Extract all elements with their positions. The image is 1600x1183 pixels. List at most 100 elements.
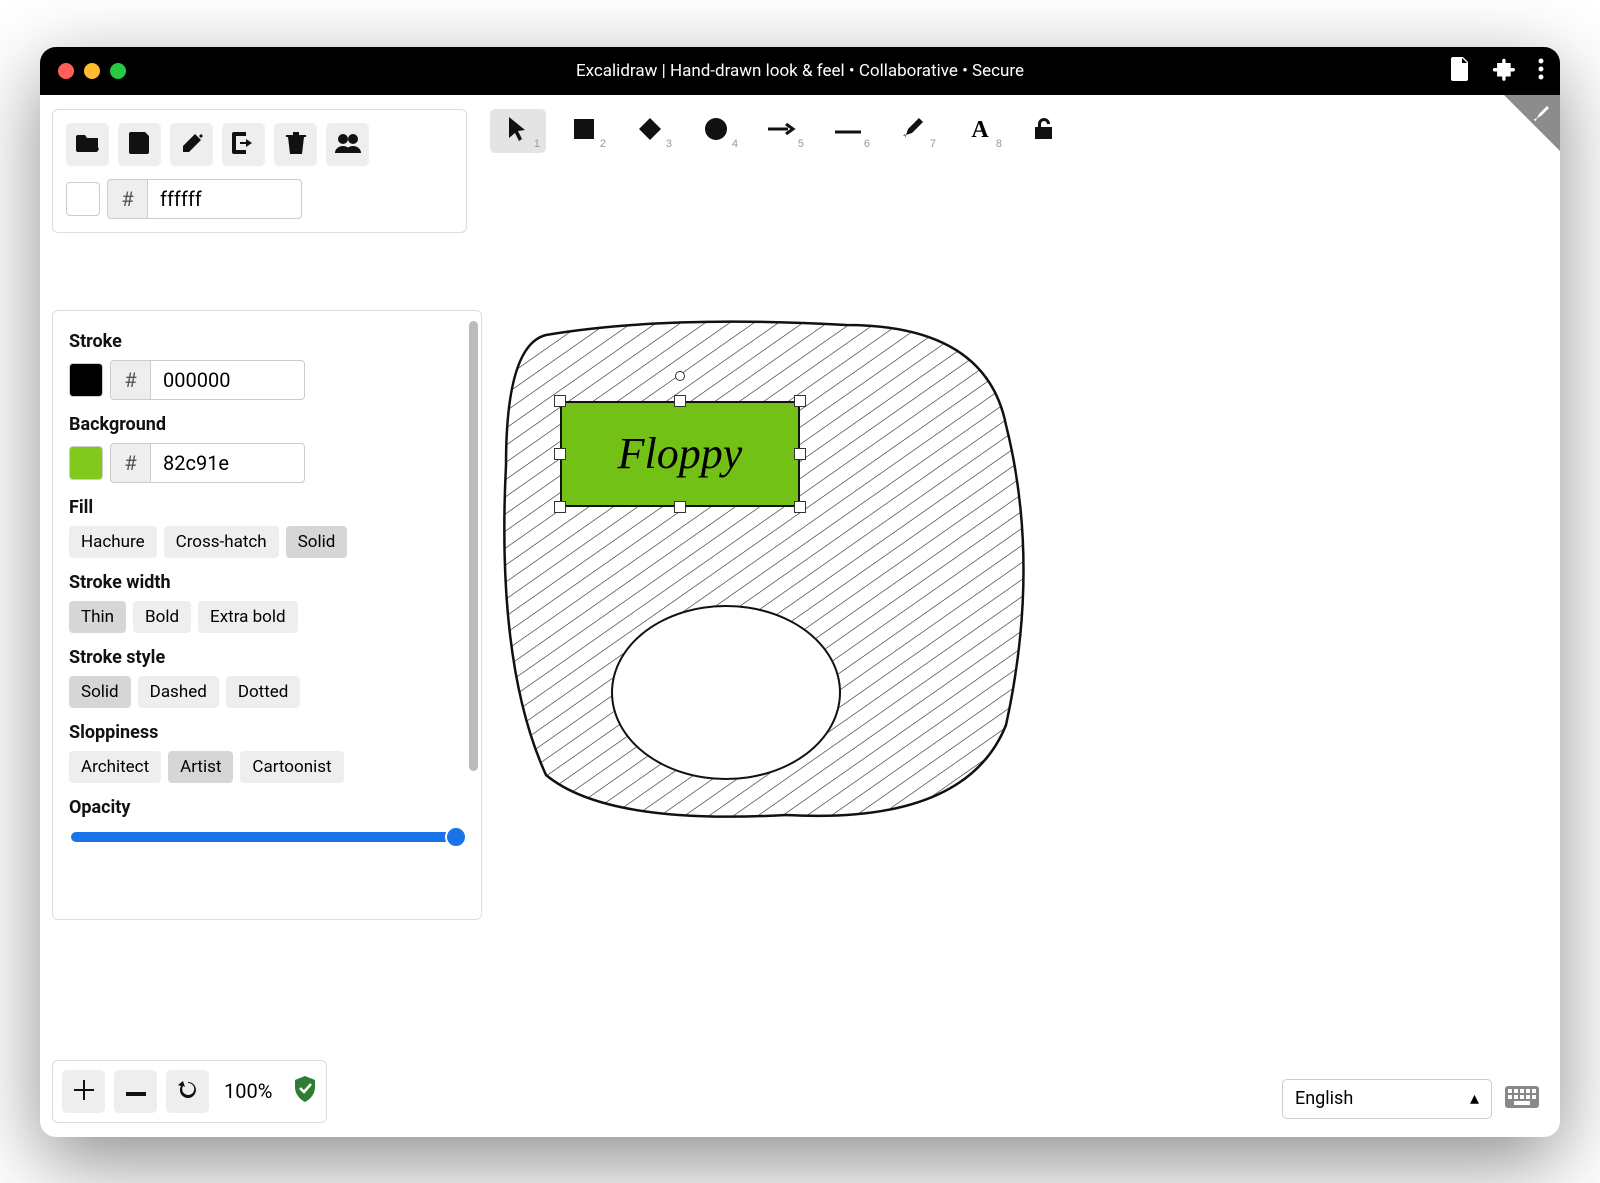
- resize-handle-ne[interactable]: [794, 395, 806, 407]
- traffic-lights: [58, 63, 126, 79]
- slop-architect[interactable]: Architect: [69, 751, 161, 783]
- delete-button[interactable]: [274, 123, 317, 166]
- panel-scrollbar[interactable]: [469, 321, 478, 771]
- more-menu-icon[interactable]: [1538, 58, 1544, 84]
- shield-check-icon: [293, 1076, 317, 1106]
- tool-selection[interactable]: 1: [490, 109, 546, 153]
- slop-artist[interactable]: Artist: [168, 751, 233, 783]
- save-button[interactable]: [118, 123, 161, 166]
- document-icon[interactable]: [1450, 57, 1470, 85]
- close-window-button[interactable]: [58, 63, 74, 79]
- tool-line[interactable]: 6: [820, 109, 876, 153]
- tool-number: 1: [534, 138, 540, 150]
- keyboard-icon: [1505, 1086, 1539, 1112]
- file-panel: #: [52, 109, 467, 233]
- hash-label: #: [110, 360, 150, 400]
- resize-handle-s[interactable]: [674, 501, 686, 513]
- tool-number: 4: [732, 138, 738, 150]
- titlebar: Excalidraw | Hand-drawn look & feel • Co…: [40, 47, 1560, 95]
- resize-handle-se[interactable]: [794, 501, 806, 513]
- collaborate-button[interactable]: [326, 123, 369, 166]
- save-icon: [129, 132, 151, 157]
- hash-label: #: [107, 179, 147, 219]
- edit-button[interactable]: [170, 123, 213, 166]
- fill-crosshatch[interactable]: Cross-hatch: [164, 526, 279, 558]
- sw-extrabold[interactable]: Extra bold: [198, 601, 298, 633]
- tool-arrow[interactable]: 5: [754, 109, 810, 153]
- window-title: Excalidraw | Hand-drawn look & feel • Co…: [576, 61, 1024, 81]
- zoom-reset-button[interactable]: [166, 1070, 209, 1113]
- drawn-ellipse[interactable]: [611, 605, 841, 780]
- canvas-bg-swatch[interactable]: [66, 182, 100, 216]
- tool-diamond[interactable]: 3: [622, 109, 678, 153]
- resize-handle-nw[interactable]: [554, 395, 566, 407]
- tool-ellipse[interactable]: 4: [688, 109, 744, 153]
- rectangle-icon: [573, 118, 595, 143]
- background-swatch[interactable]: [69, 446, 103, 480]
- stroke-label: Stroke: [69, 331, 465, 352]
- maximize-window-button[interactable]: [110, 63, 126, 79]
- opacity-slider[interactable]: [71, 832, 467, 842]
- tool-draw[interactable]: 7: [886, 109, 942, 153]
- canvas-bg-input[interactable]: [147, 179, 302, 219]
- sw-thin[interactable]: Thin: [69, 601, 126, 633]
- stroke-style-options: Solid Dashed Dotted: [69, 676, 465, 708]
- fill-hachure[interactable]: Hachure: [69, 526, 157, 558]
- users-icon: [335, 133, 361, 156]
- zoom-out-button[interactable]: [114, 1070, 157, 1113]
- brush-icon: [1530, 101, 1552, 127]
- sw-bold[interactable]: Bold: [133, 601, 191, 633]
- sloppiness-label: Sloppiness: [69, 722, 465, 743]
- text-icon: A: [971, 117, 988, 144]
- unlock-icon: [1034, 128, 1054, 143]
- stroke-swatch[interactable]: [69, 363, 103, 397]
- export-icon: [232, 132, 256, 157]
- export-button[interactable]: [222, 123, 265, 166]
- fill-solid[interactable]: Solid: [286, 526, 348, 558]
- stroke-width-options: Thin Bold Extra bold: [69, 601, 465, 633]
- rotate-handle[interactable]: [675, 371, 685, 381]
- tool-text[interactable]: A 8: [952, 109, 1008, 153]
- lock-button[interactable]: [1024, 111, 1064, 151]
- pencil-edit-icon: [181, 132, 203, 157]
- slop-cartoonist[interactable]: Cartoonist: [240, 751, 343, 783]
- zoom-level: 100%: [218, 1079, 278, 1103]
- resize-handle-w[interactable]: [554, 448, 566, 460]
- minimize-window-button[interactable]: [84, 63, 100, 79]
- background-label: Background: [69, 414, 465, 435]
- keyboard-button[interactable]: [1502, 1079, 1542, 1119]
- ss-solid[interactable]: Solid: [69, 676, 131, 708]
- stroke-width-label: Stroke width: [69, 572, 465, 593]
- language-select[interactable]: English ▴: [1282, 1079, 1492, 1119]
- tool-rectangle[interactable]: 2: [556, 109, 612, 153]
- tool-number: 5: [798, 138, 804, 150]
- fill-options: Hachure Cross-hatch Solid: [69, 526, 465, 558]
- resize-handle-n[interactable]: [674, 395, 686, 407]
- sloppiness-options: Architect Artist Cartoonist: [69, 751, 465, 783]
- resize-handle-sw[interactable]: [554, 501, 566, 513]
- selected-rectangle[interactable]: Floppy: [560, 401, 800, 507]
- tool-number: 2: [600, 138, 606, 150]
- reset-icon: [177, 1079, 199, 1104]
- folder-open-icon: [76, 133, 100, 156]
- ellipse-icon: [704, 117, 728, 144]
- stroke-input[interactable]: [150, 360, 305, 400]
- opacity-label: Opacity: [69, 797, 465, 818]
- canvas[interactable]: Floppy: [486, 305, 1106, 875]
- minus-icon: [126, 1084, 146, 1099]
- ss-dashed[interactable]: Dashed: [138, 676, 219, 708]
- extension-icon[interactable]: [1492, 57, 1516, 85]
- background-input[interactable]: [150, 443, 305, 483]
- stroke-style-label: Stroke style: [69, 647, 465, 668]
- shape-text: Floppy: [618, 428, 743, 479]
- hash-label: #: [110, 443, 150, 483]
- fill-label: Fill: [69, 497, 465, 518]
- chevron-up-icon: ▴: [1470, 1088, 1479, 1109]
- ss-dotted[interactable]: Dotted: [226, 676, 301, 708]
- line-icon: [835, 123, 861, 138]
- tool-number: 7: [930, 138, 936, 150]
- tool-number: 3: [666, 138, 672, 150]
- zoom-in-button[interactable]: [62, 1070, 105, 1113]
- resize-handle-e[interactable]: [794, 448, 806, 460]
- open-button[interactable]: [66, 123, 109, 166]
